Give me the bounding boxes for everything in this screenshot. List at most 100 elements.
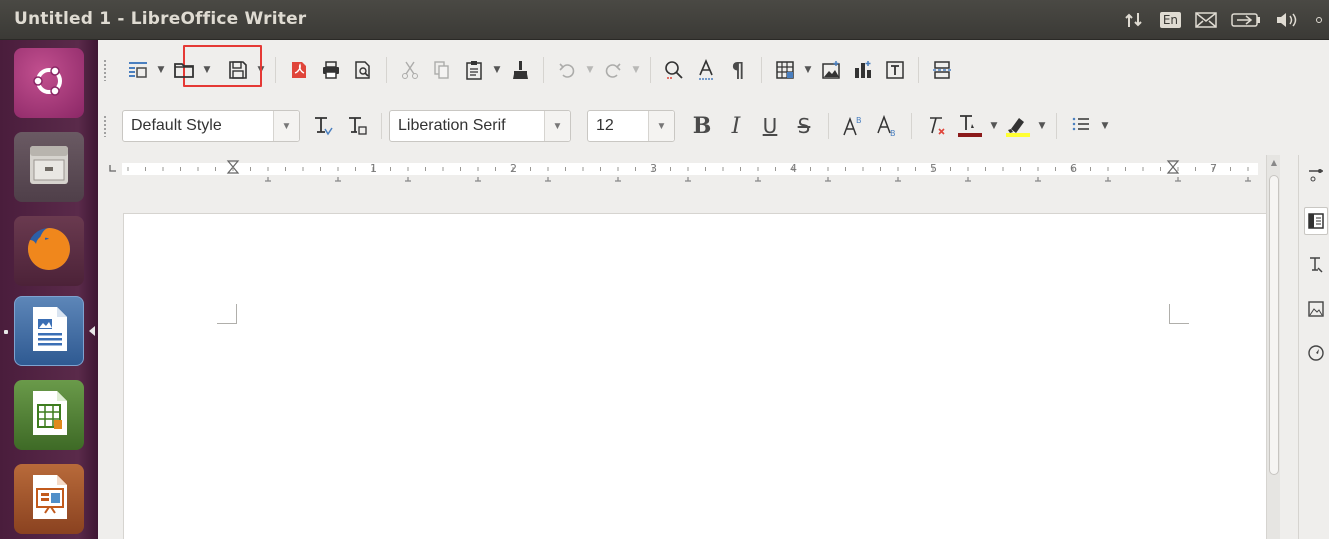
chevron-down-icon[interactable]: ▼ bbox=[273, 111, 299, 141]
table-icon bbox=[776, 61, 794, 79]
clear-formatting-icon bbox=[930, 117, 945, 135]
textbox-icon bbox=[886, 61, 904, 79]
clone-formatting-button[interactable] bbox=[504, 54, 536, 86]
sidebar-properties-tab[interactable] bbox=[1304, 207, 1328, 235]
toolbar-separator bbox=[275, 57, 276, 83]
list-button[interactable] bbox=[1064, 110, 1098, 142]
toolbar-grip[interactable] bbox=[103, 59, 107, 81]
launcher-running-indicator bbox=[4, 330, 8, 334]
highlight-color-button[interactable] bbox=[1001, 110, 1035, 142]
printer-icon bbox=[323, 61, 339, 79]
open-document-button[interactable] bbox=[168, 54, 200, 86]
battery-icon[interactable] bbox=[1231, 13, 1261, 27]
paste-button[interactable] bbox=[458, 54, 490, 86]
new-document-button[interactable] bbox=[122, 54, 154, 86]
highlight-color-dropdown[interactable]: ▼ bbox=[1035, 110, 1049, 142]
cut-button[interactable] bbox=[394, 54, 426, 86]
vertical-scrollbar[interactable]: ▲ bbox=[1266, 155, 1280, 539]
font-size-combo[interactable]: 12 ▼ bbox=[587, 110, 675, 142]
italic-button[interactable]: I bbox=[719, 110, 753, 142]
launcher-libreoffice-calc[interactable] bbox=[14, 380, 84, 450]
highlighter-icon bbox=[1006, 118, 1030, 137]
copy-button[interactable] bbox=[426, 54, 458, 86]
save-button[interactable] bbox=[222, 54, 254, 86]
new-document-dropdown[interactable]: ▼ bbox=[154, 54, 168, 86]
sidebar-gallery-tab[interactable] bbox=[1304, 295, 1328, 323]
list-dropdown[interactable]: ▼ bbox=[1098, 110, 1112, 142]
underline-button[interactable]: U bbox=[753, 110, 787, 142]
list-icon bbox=[1072, 117, 1089, 131]
writer-icon bbox=[27, 305, 71, 357]
launcher-libreoffice-writer[interactable] bbox=[14, 296, 84, 366]
paragraph-style-combo[interactable]: Default Style ▼ bbox=[122, 110, 300, 142]
launcher-firefox[interactable] bbox=[14, 216, 84, 286]
sidebar-menu-icon bbox=[1309, 169, 1323, 182]
scrollbar-thumb[interactable] bbox=[1269, 175, 1279, 475]
tab-stop-marker bbox=[1035, 177, 1041, 182]
chart-icon bbox=[855, 61, 871, 78]
toolbar-grip[interactable] bbox=[103, 115, 107, 137]
insert-textbox-button[interactable] bbox=[879, 54, 911, 86]
bold-button[interactable]: B bbox=[685, 110, 719, 142]
strikethrough-button[interactable]: S bbox=[787, 110, 821, 142]
open-document-dropdown[interactable]: ▼ bbox=[200, 54, 214, 86]
paintbrush-icon bbox=[513, 61, 528, 79]
ruler-label: 3 bbox=[650, 162, 657, 175]
font-color-dropdown[interactable]: ▼ bbox=[987, 110, 1001, 142]
undo-button[interactable] bbox=[551, 54, 583, 86]
insert-page-break-button[interactable] bbox=[926, 54, 958, 86]
volume-icon[interactable] bbox=[1275, 11, 1301, 29]
image-icon bbox=[822, 61, 840, 79]
launcher-ubuntu-dash[interactable] bbox=[14, 48, 84, 118]
chevron-down-icon[interactable]: ▼ bbox=[544, 111, 570, 141]
folder-icon bbox=[174, 63, 194, 78]
ruler-graphic: 1 2 3 4 5 6 7 bbox=[109, 160, 1258, 182]
launcher bbox=[0, 40, 98, 539]
update-style-icon bbox=[315, 117, 333, 136]
sidebar-navigator-tab[interactable] bbox=[1304, 339, 1328, 367]
scroll-up-icon[interactable]: ▲ bbox=[1268, 157, 1280, 169]
new-style-button[interactable] bbox=[340, 110, 374, 142]
paste-dropdown[interactable]: ▼ bbox=[490, 54, 504, 86]
launcher-libreoffice-impress[interactable] bbox=[14, 464, 84, 534]
toolbar-separator bbox=[543, 57, 544, 83]
print-preview-button[interactable] bbox=[347, 54, 379, 86]
insert-image-button[interactable] bbox=[815, 54, 847, 86]
keyboard-language-indicator[interactable]: En bbox=[1159, 12, 1181, 28]
system-tray: En bbox=[1124, 0, 1329, 40]
ubuntu-logo-icon bbox=[29, 61, 69, 105]
redo-button[interactable] bbox=[597, 54, 629, 86]
subscript-button[interactable]: B bbox=[870, 110, 904, 142]
horizontal-ruler[interactable]: 1 2 3 4 5 6 7 bbox=[108, 155, 1268, 185]
print-button[interactable] bbox=[315, 54, 347, 86]
find-replace-button[interactable] bbox=[658, 54, 690, 86]
undo-dropdown[interactable]: ▼ bbox=[583, 54, 597, 86]
redo-dropdown[interactable]: ▼ bbox=[629, 54, 643, 86]
sidebar-menu-button[interactable] bbox=[1304, 161, 1328, 189]
gear-icon[interactable] bbox=[1315, 11, 1323, 29]
text-boundary-corner bbox=[1169, 304, 1189, 324]
text-boundary-corner bbox=[217, 304, 237, 324]
toolbar-separator bbox=[650, 57, 651, 83]
export-pdf-button[interactable] bbox=[283, 54, 315, 86]
clear-formatting-button[interactable] bbox=[919, 110, 953, 142]
chevron-down-icon[interactable]: ▼ bbox=[648, 111, 674, 141]
launcher-files[interactable] bbox=[14, 132, 84, 202]
font-color-button[interactable] bbox=[953, 110, 987, 142]
insert-table-button[interactable] bbox=[769, 54, 801, 86]
network-updown-icon[interactable] bbox=[1124, 11, 1146, 29]
calc-icon bbox=[27, 389, 71, 441]
insert-chart-button[interactable] bbox=[847, 54, 879, 86]
font-name-combo[interactable]: Liberation Serif ▼ bbox=[389, 110, 571, 142]
update-style-button[interactable] bbox=[306, 110, 340, 142]
spelling-button[interactable] bbox=[690, 54, 722, 86]
sidebar-styles-tab[interactable] bbox=[1304, 251, 1328, 279]
print-preview-icon bbox=[355, 61, 370, 79]
insert-table-dropdown[interactable]: ▼ bbox=[801, 54, 815, 86]
save-dropdown[interactable]: ▼ bbox=[254, 54, 268, 86]
mail-icon[interactable] bbox=[1195, 12, 1217, 28]
document-page[interactable] bbox=[123, 213, 1269, 539]
tab-stop-marker bbox=[755, 177, 761, 182]
formatting-marks-button[interactable]: ¶ bbox=[722, 54, 754, 86]
superscript-button[interactable]: B bbox=[836, 110, 870, 142]
